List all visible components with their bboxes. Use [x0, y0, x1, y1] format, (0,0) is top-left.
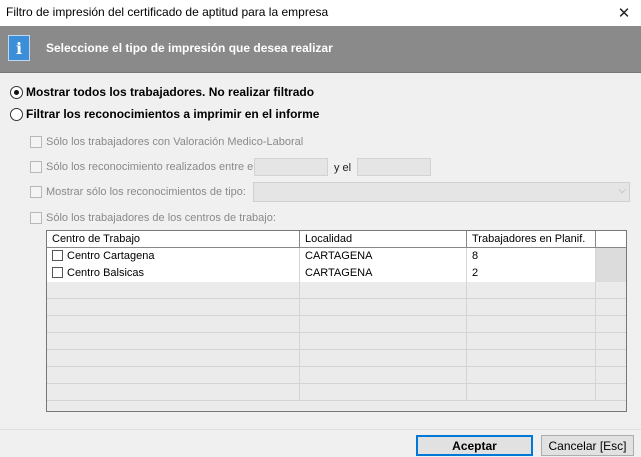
- filter-tipo[interactable]: Mostrar sólo los reconocimientos de tipo…: [30, 186, 246, 198]
- filter-tipo-label: Mostrar sólo los reconocimientos de tipo…: [46, 186, 246, 198]
- empty-row: [47, 299, 626, 316]
- accept-button[interactable]: Aceptar: [416, 435, 533, 456]
- empty-row: [47, 316, 626, 333]
- radio-filter[interactable]: Filtrar los reconocimientos a imprimir e…: [10, 107, 319, 121]
- radio-filter-button[interactable]: [10, 107, 23, 121]
- table-row[interactable]: Centro Cartagena CARTAGENA 8: [47, 248, 626, 265]
- window-title: Filtro de impresión del certificado de a…: [6, 5, 329, 19]
- filter-centros-label: Sólo los trabajadores de los centros de …: [46, 212, 276, 224]
- checkbox-fecha[interactable]: [30, 161, 42, 173]
- date-to-field[interactable]: [357, 158, 431, 176]
- checkbox-tipo[interactable]: [30, 186, 42, 198]
- filter-centros[interactable]: Sólo los trabajadores de los centros de …: [30, 212, 276, 224]
- filter-valoracion[interactable]: Sólo los trabajadores con Valoración Med…: [30, 136, 303, 148]
- empty-row: [47, 350, 626, 367]
- cell-filler: [596, 265, 626, 282]
- checkbox-valoracion[interactable]: [30, 136, 42, 148]
- cancel-button[interactable]: Cancelar [Esc]: [541, 435, 634, 456]
- column-header-filler: [596, 231, 626, 248]
- cell-localidad: CARTAGENA: [300, 248, 467, 265]
- filter-valoracion-label: Sólo los trabajadores con Valoración Med…: [46, 136, 304, 148]
- filter-fecha-label: Sólo los reconocimiento realizados entre…: [46, 161, 256, 173]
- banner-text: Seleccione el tipo de impresión que dese…: [46, 41, 333, 55]
- radio-show-all-label: Mostrar todos los trabajadores. No reali…: [26, 85, 315, 99]
- info-icon: i: [8, 35, 30, 61]
- empty-row: [47, 282, 626, 299]
- filter-fecha[interactable]: Sólo los reconocimiento realizados entre…: [30, 161, 256, 173]
- row-checkbox[interactable]: [52, 267, 63, 278]
- tipo-select[interactable]: ⌵: [253, 182, 630, 202]
- centro-name: Centro Balsicas: [67, 267, 145, 279]
- info-banner: i Seleccione el tipo de impresión que de…: [0, 26, 641, 73]
- chevron-down-icon: ⌵: [618, 185, 626, 196]
- empty-row: [47, 333, 626, 350]
- column-header-trabajadores[interactable]: Trabajadores en Planif.: [467, 231, 596, 248]
- date-from-field[interactable]: [254, 158, 328, 176]
- table-row[interactable]: Centro Balsicas CARTAGENA 2: [47, 265, 626, 282]
- close-icon[interactable]: ✕: [607, 0, 641, 26]
- cell-centro[interactable]: Centro Balsicas: [47, 265, 300, 282]
- cell-trabajadores: 8: [467, 248, 596, 265]
- cell-centro[interactable]: Centro Cartagena: [47, 248, 300, 265]
- radio-show-all[interactable]: Mostrar todos los trabajadores. No reali…: [10, 85, 314, 99]
- cell-filler: [596, 248, 626, 265]
- cell-trabajadores: 2: [467, 265, 596, 282]
- column-header-centro[interactable]: Centro de Trabajo: [47, 231, 300, 248]
- radio-show-all-button[interactable]: [10, 85, 23, 99]
- column-header-localidad[interactable]: Localidad: [300, 231, 467, 248]
- centro-name: Centro Cartagena: [67, 250, 155, 262]
- date-and-label: y el: [334, 162, 352, 174]
- row-checkbox[interactable]: [52, 250, 63, 261]
- empty-row: [47, 384, 626, 401]
- title-bar: Filtro de impresión del certificado de a…: [0, 0, 641, 26]
- cell-localidad: CARTAGENA: [300, 265, 467, 282]
- grid-header: Centro de Trabajo Localidad Trabajadores…: [47, 231, 626, 248]
- centros-grid[interactable]: Centro de Trabajo Localidad Trabajadores…: [46, 230, 627, 412]
- footer-divider: [0, 429, 641, 430]
- empty-row: [47, 367, 626, 384]
- radio-filter-label: Filtrar los reconocimientos a imprimir e…: [26, 107, 320, 121]
- checkbox-centros[interactable]: [30, 212, 42, 224]
